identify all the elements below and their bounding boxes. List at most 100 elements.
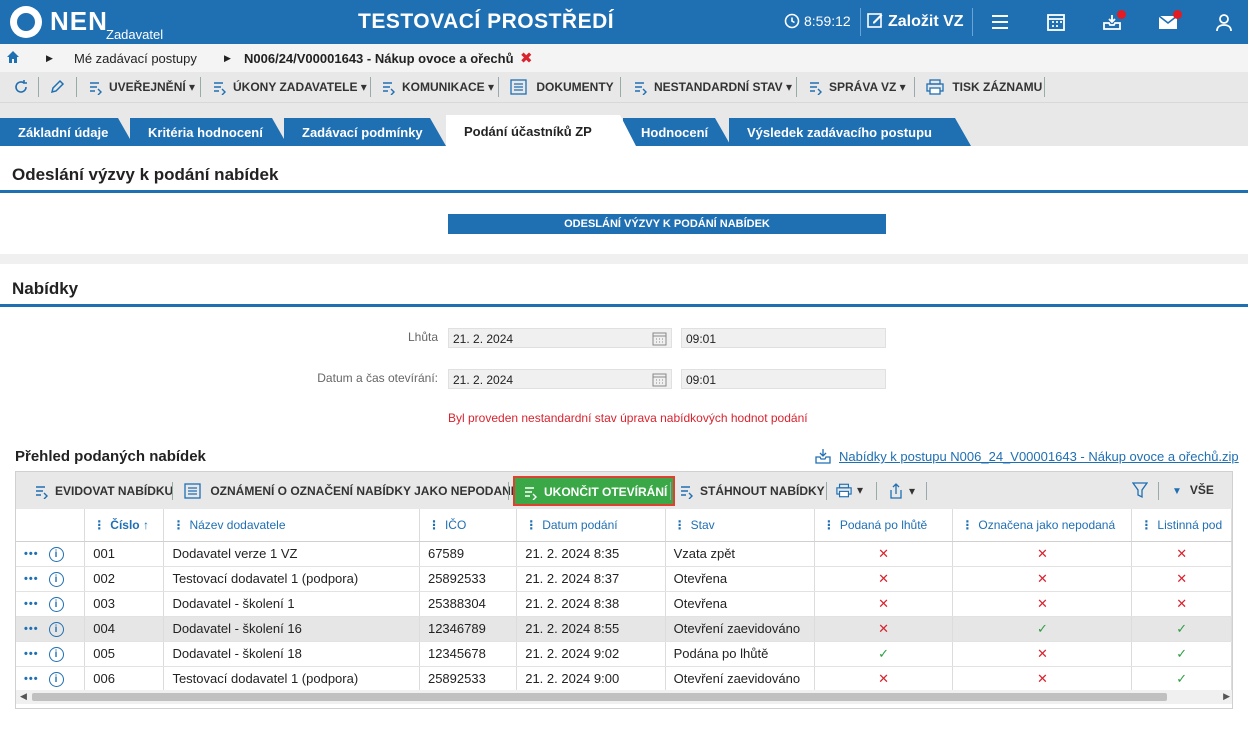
otevirani-time-field[interactable]: 09:01 <box>681 369 886 389</box>
ukoncit-oteverani-button[interactable]: UKONČIT OTEVÍRÁNÍ <box>513 476 676 506</box>
cell-ico: 25892533 <box>419 666 518 692</box>
nen-logo-icon[interactable] <box>10 6 42 38</box>
action-icon <box>383 82 395 96</box>
column-menu-icon[interactable]: ⋮ <box>961 518 973 532</box>
action-icon <box>810 82 822 96</box>
table-row[interactable]: ••• i 002 Testovací dodavatel 1 (podpora) 25… <box>16 566 1232 592</box>
more-options-icon[interactable]: ••• <box>24 548 39 560</box>
filter-icon[interactable] <box>1132 482 1148 499</box>
send-invitation-button[interactable]: ODESLÁNÍ VÝZVY K PODÁNÍ NABÍDEK <box>448 214 886 234</box>
column-menu-icon[interactable]: ⋮ <box>428 518 440 532</box>
print-menu[interactable]: ▾ <box>836 483 863 498</box>
info-icon[interactable]: i <box>48 597 64 612</box>
scroll-left-icon[interactable]: ◀ <box>20 691 27 702</box>
col-ico[interactable]: ⋮ IČO <box>419 509 518 542</box>
breadcrumb-current[interactable]: N006/24/V00001643 - Nákup ovoce a ořechů <box>244 51 514 66</box>
stahnout-label: STÁHNOUT NABÍDKY <box>700 484 825 498</box>
status-cell: ✕ <box>1131 566 1232 592</box>
info-icon[interactable]: i <box>48 647 64 662</box>
tab-vysledek[interactable]: Výsledek zadávacího postupu <box>729 118 971 146</box>
info-icon[interactable]: i <box>48 572 64 587</box>
tab-podani-ucastniku[interactable]: Podání účastníků ZP <box>446 115 636 146</box>
horizontal-scrollbar[interactable]: ◀ ▶ <box>16 690 1232 704</box>
user-icon[interactable] <box>1214 12 1234 32</box>
pencil-icon[interactable] <box>48 78 66 96</box>
show-all-menu[interactable]: ▼ VŠE <box>1172 483 1214 497</box>
breadcrumb-my-procedures[interactable]: Mé zadávací postupy <box>74 51 197 66</box>
column-menu-icon[interactable]: ⋮ <box>93 518 105 532</box>
section-title-nabidky: Nabídky <box>12 279 79 298</box>
tab-zadavaci-podminky[interactable]: Zadávací podmínky <box>284 118 446 146</box>
cell-stav: Otevřena <box>665 566 815 592</box>
session-timer: 8:59:12 <box>784 13 851 29</box>
more-options-icon[interactable]: ••• <box>24 573 39 585</box>
divider <box>926 482 927 500</box>
col-listinna[interactable]: ⋮ Listinná pod <box>1131 509 1232 542</box>
print-icon <box>836 483 852 498</box>
komunikace-menu[interactable]: KOMUNIKACE ▾ <box>381 79 494 96</box>
column-menu-icon[interactable]: ⋮ <box>823 518 835 532</box>
close-icon[interactable]: ✖ <box>520 49 533 67</box>
column-menu-icon[interactable]: ⋮ <box>172 518 184 532</box>
column-menu-icon[interactable]: ⋮ <box>674 518 686 532</box>
scrollbar-thumb[interactable] <box>32 693 1167 701</box>
cell-datum: 21. 2. 2024 9:00 <box>516 666 666 692</box>
evidovat-button[interactable]: EVIDOVAT NABÍDKU <box>34 483 173 500</box>
column-menu-icon[interactable]: ⋮ <box>1140 518 1152 532</box>
table-row[interactable]: ••• i 003 Dodavatel - školení 1 25388304 21. … <box>16 591 1232 617</box>
info-icon[interactable]: i <box>48 672 64 687</box>
section-spacer <box>0 254 1248 264</box>
cell-cislo: 003 <box>84 591 165 617</box>
chevron-down-icon: ▼ <box>1172 486 1182 497</box>
col-stav[interactable]: ⋮ Stav <box>665 509 815 542</box>
tisk-button[interactable]: TISK ZÁZNAMU <box>926 79 1042 95</box>
uverejneni-menu[interactable]: UVEŘEJNĚNÍ ▾ <box>88 79 195 96</box>
home-icon[interactable] <box>6 50 20 67</box>
environment-title: TESTOVACÍ PROSTŘEDÍ <box>358 10 615 33</box>
more-options-icon[interactable]: ••• <box>24 673 39 685</box>
stahnout-button[interactable]: STÁHNOUT NABÍDKY <box>679 483 825 500</box>
logo-text[interactable]: NEN <box>50 6 108 37</box>
dokumenty-button[interactable]: DOKUMENTY <box>510 79 614 95</box>
column-menu-icon[interactable]: ⋮ <box>525 518 537 532</box>
col-nazev[interactable]: ⋮ Název dodavatele <box>163 509 420 542</box>
scroll-right-icon[interactable]: ▶ <box>1223 691 1230 702</box>
more-options-icon[interactable]: ••• <box>24 623 39 635</box>
calendar-icon[interactable] <box>652 331 667 346</box>
menu-icon[interactable] <box>990 12 1010 32</box>
col-cislo[interactable]: ⋮ Číslo ↑ <box>84 509 165 542</box>
table-row[interactable]: ••• i 001 Dodavatel verze 1 VZ 67589 21. 2. 2… <box>16 541 1232 567</box>
status-cell: ✕ <box>1131 541 1232 567</box>
table-row[interactable]: ••• i 005 Dodavatel - školení 18 12345678 21.… <box>16 641 1232 667</box>
lhuta-date-field[interactable]: 21. 2. 2024 <box>448 328 672 348</box>
download-offers-link[interactable]: Nabídky k postupu N006_24_V00001643 - Ná… <box>815 448 1239 464</box>
col-nepodana[interactable]: ⋮ Označena jako nepodaná <box>952 509 1133 542</box>
calendar-icon[interactable] <box>1046 12 1066 32</box>
ukony-menu[interactable]: ÚKONY ZADAVATELE ▾ <box>212 79 367 96</box>
col-po-lhute[interactable]: ⋮ Podaná po lhůtě <box>814 509 954 542</box>
table-row[interactable]: ••• i 004 Dodavatel - školení 16 12346789 21.… <box>16 616 1232 642</box>
tab-kriteria-hodnoceni[interactable]: Kritéria hodnocení <box>130 118 288 146</box>
info-icon[interactable]: i <box>48 622 64 637</box>
refresh-icon[interactable] <box>12 78 30 96</box>
sprava-menu[interactable]: SPRÁVA VZ ▾ <box>808 79 906 96</box>
info-icon[interactable]: i <box>48 547 64 562</box>
row-actions: ••• i <box>16 616 86 642</box>
calendar-icon[interactable] <box>652 372 667 387</box>
status-cell: ✕ <box>814 616 954 642</box>
more-options-icon[interactable]: ••• <box>24 648 39 660</box>
more-options-icon[interactable]: ••• <box>24 598 39 610</box>
create-vz-button[interactable]: Založit VZ <box>866 11 964 31</box>
table-row[interactable]: ••• i 006 Testovací dodavatel 1 (podpora) 25… <box>16 666 1232 692</box>
nestandardni-menu[interactable]: NESTANDARDNÍ STAV ▾ <box>633 79 792 96</box>
otevirani-date-field[interactable]: 21. 2. 2024 <box>448 369 672 389</box>
action-icon <box>681 486 693 500</box>
document-icon <box>184 483 201 499</box>
col-datum[interactable]: ⋮ Datum podání <box>516 509 666 542</box>
tab-zakladni-udaje[interactable]: Základní údaje <box>0 118 134 146</box>
lhuta-time-field[interactable]: 09:01 <box>681 328 886 348</box>
tab-hodnoceni[interactable]: Hodnocení <box>623 118 731 146</box>
export-menu[interactable]: ▾ <box>888 483 915 499</box>
status-cell: ✕ <box>814 591 954 617</box>
oznameni-button[interactable]: OZNÁMENÍ O OZNAČENÍ NABÍDKY JAKO NEPODAN… <box>184 483 519 499</box>
